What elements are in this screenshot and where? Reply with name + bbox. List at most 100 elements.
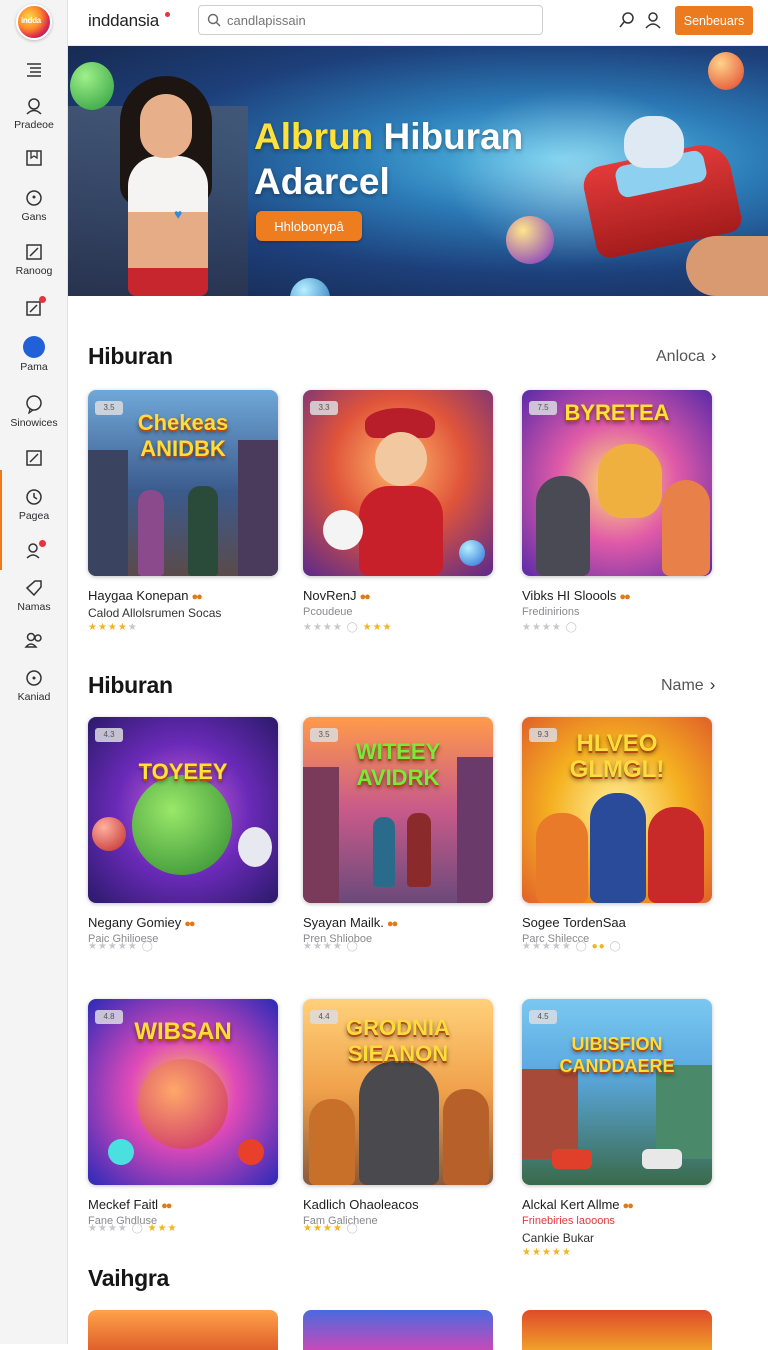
sidebar-label: Ranoog <box>15 265 53 277</box>
game-thumbnail: 3.5 WITEEY AVIDRK <box>303 717 493 903</box>
game-name-text: Negany Gomiey <box>88 915 182 930</box>
dog-character <box>598 444 662 518</box>
hero-cta-button[interactable]: Hhlobonypâ <box>256 211 362 241</box>
star-rating: ★★★★★ <box>522 1247 572 1258</box>
rating-badge: 4.5 <box>529 1010 557 1024</box>
kid-character <box>648 807 704 903</box>
sidebar-item-user-alert[interactable] <box>0 540 68 560</box>
game-name-text: Alckal Kert Allme <box>522 1197 620 1212</box>
notification-dot <box>39 540 46 547</box>
fox-character <box>662 480 710 576</box>
section-see-all-link[interactable]: Name › <box>661 675 715 695</box>
notification-dot <box>39 296 46 303</box>
brand-dot <box>165 12 170 17</box>
edit-square-icon <box>26 244 42 260</box>
ball-character <box>138 1059 228 1149</box>
game-art-title: WITEEY AVIDRK <box>355 739 441 790</box>
search-circle-icon <box>26 670 42 686</box>
coin-icon: ●● <box>359 591 370 603</box>
app-logo[interactable]: indda <box>16 4 52 40</box>
character-face <box>375 432 427 486</box>
sidebar-item-ranoog[interactable]: Ranoog <box>0 242 68 277</box>
dog-character <box>309 1099 355 1185</box>
sidebar-label: Gans <box>21 211 47 223</box>
user-icon[interactable] <box>644 11 662 29</box>
section-link-label: Anloca <box>656 348 705 365</box>
kid-character <box>590 793 646 903</box>
top-header: inddansia Senbeuars <box>68 0 768 46</box>
game-name: Sogee TordenSaa <box>522 915 626 930</box>
chat-bubble-icon <box>26 190 42 206</box>
sidebar-item-pagea[interactable]: Pagea <box>0 487 68 522</box>
brand-name[interactable]: inddansia <box>88 11 159 31</box>
game-art-title: TOYEEY <box>138 759 228 784</box>
balloon-decoration <box>459 540 485 566</box>
game-name: Kadlich Ohaoleacos <box>303 1197 419 1212</box>
game-thumbnail-partial[interactable] <box>303 1310 493 1350</box>
sidebar-item-namas[interactable]: Namas <box>0 578 68 613</box>
sidebar-item-group[interactable] <box>0 630 68 650</box>
bear-character <box>359 1061 439 1185</box>
game-subtitle: Pcoudeue <box>303 606 353 618</box>
rating-badge: 3.3 <box>310 401 338 415</box>
sidebar-item-menu[interactable] <box>0 60 68 80</box>
sidebar-item-pama[interactable]: Pama <box>0 336 68 373</box>
game-name: Negany Gomiey ●● <box>88 915 196 930</box>
game-subtitle: Fredinirions <box>522 606 580 618</box>
sidebar-item-sinowices[interactable]: Sinowices <box>0 394 68 429</box>
fox-character <box>443 1089 489 1185</box>
star-rating: ★★★★ ◯ <box>522 622 578 633</box>
chevron-right-icon: › <box>710 346 717 365</box>
game-thumbnail: 7.5 BYRETEA <box>522 390 712 576</box>
section-see-all-link[interactable]: Anloca › <box>656 346 717 366</box>
subscribe-button[interactable]: Senbeuars <box>675 6 753 35</box>
game-name: Vibks HI Sloools ●● <box>522 588 631 603</box>
car-shape <box>642 1149 682 1169</box>
game-name: Alckal Kert Allme ●● <box>522 1197 634 1212</box>
section-title: Hiburan <box>88 672 173 698</box>
game-name-text: Sogee TordenSaa <box>522 915 626 930</box>
sidebar-item-bookmark[interactable] <box>0 148 68 168</box>
game-name: Haygaa Konepan ●● <box>88 588 203 603</box>
game-thumbnail-partial[interactable] <box>88 1310 278 1350</box>
kid-character <box>536 813 588 903</box>
heart-icon: ♥ <box>174 206 183 222</box>
section-link-label: Name <box>661 677 704 694</box>
puppy-character <box>323 510 363 550</box>
sidebar-item-pradeoe[interactable]: Pradeoe <box>0 96 68 131</box>
ghost-character <box>238 827 272 867</box>
star-rating: ★★★★ ◯ ★★★ <box>88 1223 178 1234</box>
search-icon[interactable] <box>619 11 637 29</box>
search-input[interactable] <box>227 10 527 30</box>
game-name-text: Kadlich Ohaoleacos <box>303 1197 419 1212</box>
wolf-character <box>536 476 590 576</box>
game-name-text: Vibks HI Sloools <box>522 588 617 603</box>
building-shape <box>522 1069 578 1159</box>
frog-character <box>132 775 232 875</box>
sidebar-item-notification[interactable] <box>0 296 68 318</box>
game-thumbnail: 4.4 GRODNIA SIEANON <box>303 999 493 1185</box>
sidebar-item-kaniad[interactable]: Kaniad <box>0 668 68 703</box>
coin-icon: ●● <box>184 918 195 930</box>
game-thumbnail: 3.3 <box>303 390 493 576</box>
sidebar-label: Sinowices <box>10 417 58 429</box>
car-shape <box>552 1149 592 1169</box>
character-figure <box>188 486 218 576</box>
search-box[interactable] <box>198 5 543 35</box>
game-thumbnail: 4.8 WIBSAN <box>88 999 278 1185</box>
search-icon <box>207 13 221 27</box>
coin-icon: ●● <box>191 591 202 603</box>
hero-banner[interactable]: ♥ Albrun Hiburan Adarcel Hhlobonypâ <box>68 46 768 296</box>
game-name: NovRenJ ●● <box>303 588 371 603</box>
game-thumbnail-partial[interactable] <box>522 1310 712 1350</box>
game-name-text: NovRenJ <box>303 588 357 603</box>
hero-title-rest: Hiburan <box>373 116 524 157</box>
coin-icon: ●● <box>386 918 398 930</box>
coin-icon: ●● <box>622 1200 634 1212</box>
game-name-text: Syayan Mailk. <box>303 915 384 930</box>
ball-decoration <box>92 817 126 851</box>
game-thumbnail: 3.5 Chekeas ANIDBK <box>88 390 278 576</box>
candy-decoration <box>108 1139 134 1165</box>
sidebar-item-square-pen[interactable] <box>0 448 68 468</box>
sidebar-item-gans[interactable]: Gans <box>0 188 68 223</box>
